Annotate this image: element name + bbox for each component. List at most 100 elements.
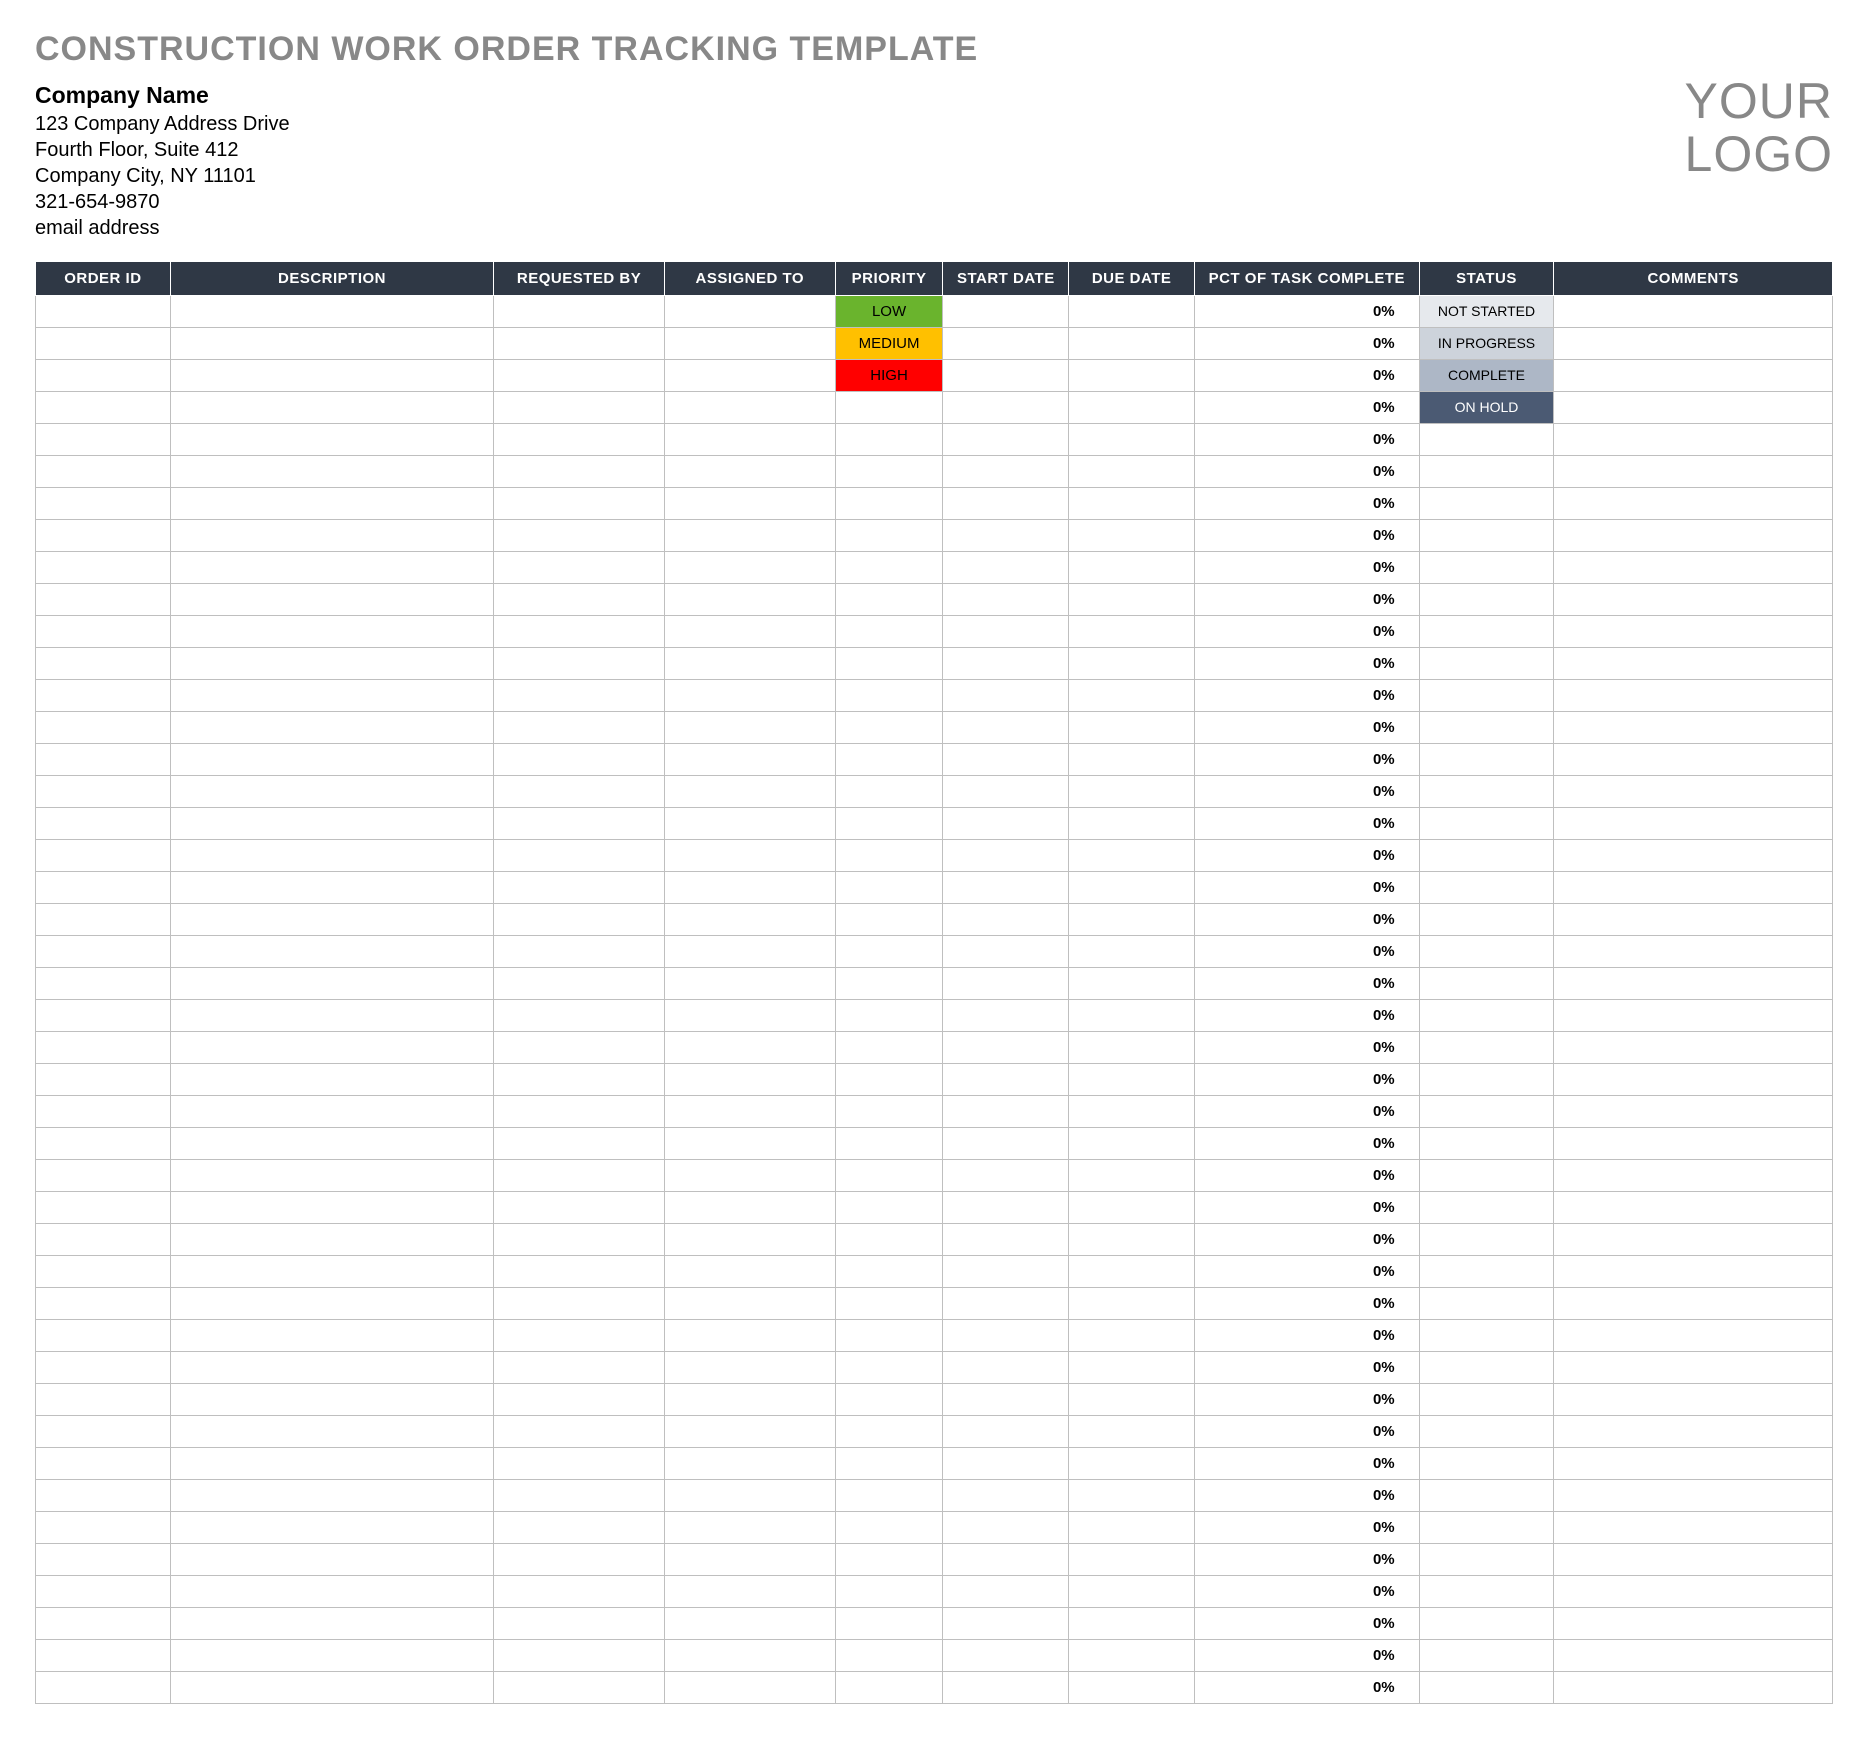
cell-priority[interactable] xyxy=(835,743,943,775)
cell-description[interactable] xyxy=(170,1447,493,1479)
cell-comments[interactable] xyxy=(1554,295,1833,327)
cell-pct-complete[interactable]: 0% xyxy=(1195,1095,1420,1127)
cell-requested-by[interactable] xyxy=(494,935,665,967)
cell-comments[interactable] xyxy=(1554,935,1833,967)
cell-description[interactable] xyxy=(170,1543,493,1575)
cell-comments[interactable] xyxy=(1554,967,1833,999)
cell-due-date[interactable] xyxy=(1069,1127,1195,1159)
cell-due-date[interactable] xyxy=(1069,1351,1195,1383)
cell-assigned-to[interactable] xyxy=(664,1511,835,1543)
cell-requested-by[interactable] xyxy=(494,583,665,615)
cell-description[interactable] xyxy=(170,807,493,839)
cell-pct-complete[interactable]: 0% xyxy=(1195,775,1420,807)
cell-requested-by[interactable] xyxy=(494,1031,665,1063)
cell-comments[interactable] xyxy=(1554,583,1833,615)
cell-pct-complete[interactable]: 0% xyxy=(1195,1063,1420,1095)
cell-comments[interactable] xyxy=(1554,455,1833,487)
cell-comments[interactable] xyxy=(1554,903,1833,935)
cell-description[interactable] xyxy=(170,1415,493,1447)
cell-requested-by[interactable] xyxy=(494,1287,665,1319)
cell-assigned-to[interactable] xyxy=(664,423,835,455)
cell-requested-by[interactable] xyxy=(494,1575,665,1607)
cell-start-date[interactable] xyxy=(943,647,1069,679)
cell-assigned-to[interactable] xyxy=(664,1351,835,1383)
cell-pct-complete[interactable]: 0% xyxy=(1195,679,1420,711)
cell-description[interactable] xyxy=(170,743,493,775)
cell-due-date[interactable] xyxy=(1069,583,1195,615)
cell-priority[interactable] xyxy=(835,455,943,487)
cell-status[interactable] xyxy=(1419,1127,1554,1159)
cell-pct-complete[interactable]: 0% xyxy=(1195,1319,1420,1351)
cell-status[interactable] xyxy=(1419,1223,1554,1255)
cell-assigned-to[interactable] xyxy=(664,1383,835,1415)
cell-comments[interactable] xyxy=(1554,551,1833,583)
cell-description[interactable] xyxy=(170,359,493,391)
cell-description[interactable] xyxy=(170,1191,493,1223)
cell-description[interactable] xyxy=(170,871,493,903)
cell-assigned-to[interactable] xyxy=(664,1255,835,1287)
cell-due-date[interactable] xyxy=(1069,775,1195,807)
cell-comments[interactable] xyxy=(1554,487,1833,519)
cell-description[interactable] xyxy=(170,551,493,583)
cell-order-id[interactable] xyxy=(36,359,171,391)
cell-start-date[interactable] xyxy=(943,455,1069,487)
cell-start-date[interactable] xyxy=(943,1127,1069,1159)
cell-comments[interactable] xyxy=(1554,423,1833,455)
cell-description[interactable] xyxy=(170,679,493,711)
cell-description[interactable] xyxy=(170,615,493,647)
cell-due-date[interactable] xyxy=(1069,839,1195,871)
cell-comments[interactable] xyxy=(1554,679,1833,711)
cell-pct-complete[interactable]: 0% xyxy=(1195,1447,1420,1479)
cell-priority[interactable] xyxy=(835,1191,943,1223)
cell-order-id[interactable] xyxy=(36,1255,171,1287)
cell-requested-by[interactable] xyxy=(494,743,665,775)
cell-due-date[interactable] xyxy=(1069,1063,1195,1095)
cell-due-date[interactable] xyxy=(1069,807,1195,839)
cell-order-id[interactable] xyxy=(36,871,171,903)
cell-requested-by[interactable] xyxy=(494,1671,665,1703)
cell-assigned-to[interactable] xyxy=(664,615,835,647)
cell-description[interactable] xyxy=(170,711,493,743)
cell-description[interactable] xyxy=(170,1319,493,1351)
cell-start-date[interactable] xyxy=(943,1031,1069,1063)
cell-description[interactable] xyxy=(170,295,493,327)
cell-status[interactable] xyxy=(1419,1639,1554,1671)
cell-start-date[interactable] xyxy=(943,359,1069,391)
cell-description[interactable] xyxy=(170,1607,493,1639)
cell-priority[interactable] xyxy=(835,679,943,711)
cell-comments[interactable] xyxy=(1554,519,1833,551)
cell-description[interactable] xyxy=(170,647,493,679)
cell-status[interactable] xyxy=(1419,1607,1554,1639)
cell-status[interactable] xyxy=(1419,1287,1554,1319)
cell-requested-by[interactable] xyxy=(494,615,665,647)
cell-description[interactable] xyxy=(170,775,493,807)
cell-priority[interactable] xyxy=(835,615,943,647)
cell-due-date[interactable] xyxy=(1069,967,1195,999)
cell-start-date[interactable] xyxy=(943,1159,1069,1191)
cell-assigned-to[interactable] xyxy=(664,775,835,807)
cell-priority[interactable] xyxy=(835,935,943,967)
cell-requested-by[interactable] xyxy=(494,1543,665,1575)
cell-requested-by[interactable] xyxy=(494,1447,665,1479)
cell-due-date[interactable] xyxy=(1069,903,1195,935)
cell-due-date[interactable] xyxy=(1069,999,1195,1031)
cell-order-id[interactable] xyxy=(36,1639,171,1671)
cell-description[interactable] xyxy=(170,583,493,615)
cell-assigned-to[interactable] xyxy=(664,1575,835,1607)
cell-pct-complete[interactable]: 0% xyxy=(1195,327,1420,359)
cell-comments[interactable] xyxy=(1554,743,1833,775)
cell-description[interactable] xyxy=(170,1127,493,1159)
cell-start-date[interactable] xyxy=(943,679,1069,711)
cell-due-date[interactable] xyxy=(1069,711,1195,743)
cell-order-id[interactable] xyxy=(36,743,171,775)
cell-requested-by[interactable] xyxy=(494,647,665,679)
cell-requested-by[interactable] xyxy=(494,1063,665,1095)
cell-start-date[interactable] xyxy=(943,1095,1069,1127)
cell-assigned-to[interactable] xyxy=(664,519,835,551)
cell-pct-complete[interactable]: 0% xyxy=(1195,391,1420,423)
cell-requested-by[interactable] xyxy=(494,455,665,487)
cell-assigned-to[interactable] xyxy=(664,295,835,327)
cell-assigned-to[interactable] xyxy=(664,711,835,743)
cell-due-date[interactable] xyxy=(1069,1383,1195,1415)
cell-pct-complete[interactable]: 0% xyxy=(1195,551,1420,583)
